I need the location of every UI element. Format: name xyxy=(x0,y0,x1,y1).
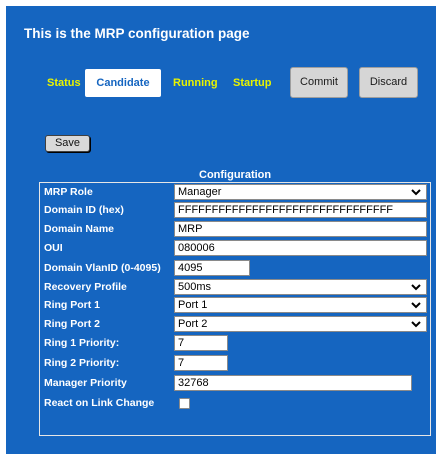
manager-priority-input[interactable]: 32768 xyxy=(174,375,412,391)
page-title: This is the MRP configuration page xyxy=(24,26,250,41)
tab-startup[interactable]: Startup xyxy=(233,69,272,97)
ring-port-2-label: Ring Port 2 xyxy=(44,318,101,330)
domain-vlan-row: Domain VlanID (0-4095) 4095 xyxy=(40,259,430,277)
mrp-role-row: MRP Role Manager xyxy=(40,183,430,201)
chevron-down-icon xyxy=(411,302,421,309)
configuration-heading: Configuration xyxy=(199,169,272,181)
domain-id-row: Domain ID (hex) FFFFFFFFFFFFFFFFFFFFFFFF… xyxy=(40,201,430,219)
tab-running[interactable]: Running xyxy=(173,69,218,97)
react-link-change-label: React on Link Change xyxy=(44,397,155,409)
recovery-profile-value: 500ms xyxy=(178,281,212,293)
oui-label: OUI xyxy=(44,242,63,254)
react-link-change-row: React on Link Change xyxy=(40,394,430,412)
react-link-change-checkbox[interactable] xyxy=(179,398,190,409)
domain-id-input[interactable]: FFFFFFFFFFFFFFFFFFFFFFFFFFFFFFFF xyxy=(174,202,427,218)
ring-port-2-row: Ring Port 2 Port 2 xyxy=(40,315,430,333)
ring-port-2-select[interactable]: Port 2 xyxy=(174,316,427,332)
commit-button[interactable]: Commit xyxy=(290,67,348,98)
ring1-priority-label: Ring 1 Priority: xyxy=(44,337,120,349)
ring2-priority-label: Ring 2 Priority: xyxy=(44,357,120,369)
manager-priority-row: Manager Priority 32768 xyxy=(40,374,430,392)
ring1-priority-input[interactable]: 7 xyxy=(174,335,228,351)
domain-name-input[interactable]: MRP xyxy=(174,221,427,237)
configuration-table: MRP Role Manager Domain ID (hex) FFFFFFF… xyxy=(39,182,431,436)
tab-status[interactable]: Status xyxy=(47,69,81,97)
mrp-role-value: Manager xyxy=(178,186,222,198)
tab-candidate[interactable]: Candidate xyxy=(85,69,161,97)
recovery-profile-row: Recovery Profile 500ms xyxy=(40,278,430,296)
manager-priority-label: Manager Priority xyxy=(44,377,127,389)
ring-port-2-value: Port 2 xyxy=(178,318,208,330)
ring-port-1-select[interactable]: Port 1 xyxy=(174,297,427,313)
ring-port-1-value: Port 1 xyxy=(178,299,208,311)
ring2-priority-input[interactable]: 7 xyxy=(174,355,228,371)
mrp-role-select[interactable]: Manager xyxy=(174,184,427,200)
domain-vlan-input[interactable]: 4095 xyxy=(174,260,250,276)
discard-button[interactable]: Discard xyxy=(359,67,418,98)
recovery-profile-label: Recovery Profile xyxy=(44,281,127,293)
mrp-role-label: MRP Role xyxy=(44,186,93,198)
oui-row: OUI 080006 xyxy=(40,239,430,257)
ring-port-1-label: Ring Port 1 xyxy=(44,299,101,311)
recovery-profile-select[interactable]: 500ms xyxy=(174,279,427,295)
domain-name-row: Domain Name MRP xyxy=(40,220,430,238)
chevron-down-icon xyxy=(411,321,421,328)
ring-port-1-row: Ring Port 1 Port 1 xyxy=(40,296,430,314)
chevron-down-icon xyxy=(411,189,421,196)
chevron-down-icon xyxy=(411,284,421,291)
domain-vlan-label: Domain VlanID (0-4095) xyxy=(44,262,161,274)
save-button[interactable]: Save xyxy=(45,135,90,152)
mrp-config-panel: This is the MRP configuration page Statu… xyxy=(6,6,436,454)
ring2-priority-row: Ring 2 Priority: 7 xyxy=(40,354,430,372)
domain-id-label: Domain ID (hex) xyxy=(44,204,124,216)
domain-name-label: Domain Name xyxy=(44,223,115,235)
ring1-priority-row: Ring 1 Priority: 7 xyxy=(40,334,430,352)
oui-input[interactable]: 080006 xyxy=(174,240,427,256)
